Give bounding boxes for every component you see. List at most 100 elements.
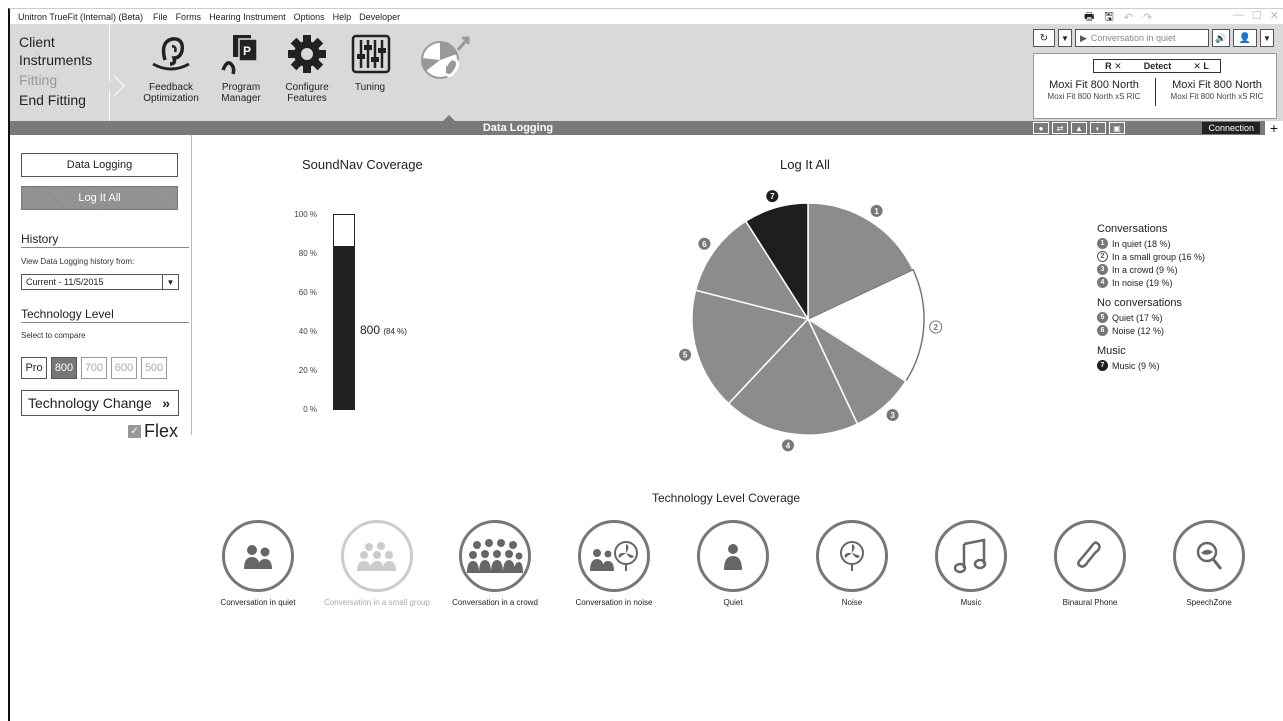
soundnav-fill [334, 246, 354, 409]
workflow-steps: Client Instruments Fitting End Fitting [10, 25, 110, 121]
tool-feedback-optimization[interactable]: Feedback Optimization [138, 25, 204, 121]
detect-button[interactable]: Detect [1144, 61, 1172, 71]
checkbox-icon[interactable]: ✓ [128, 425, 141, 438]
menu-help[interactable]: Help [329, 12, 356, 22]
svg-text:5: 5 [683, 351, 688, 360]
coverage-label: Conversation in quiet [220, 598, 296, 607]
tech-level-buttons: Pro 800 700 600 500 [21, 357, 167, 379]
tech-level-700[interactable]: 700 [81, 357, 107, 379]
legend-label: In a crowd (9 %) [1112, 264, 1178, 275]
data-logging-button[interactable]: Data Logging [21, 153, 178, 177]
legend-spacer [1097, 289, 1205, 297]
pie-marker-4: 4 [782, 439, 794, 452]
user-icon[interactable]: 👤 [1233, 29, 1257, 47]
step-fitting[interactable]: Fitting [19, 72, 57, 88]
soundnav-tick-20: 20 % [298, 366, 317, 375]
legend-marker-4: 4 [1097, 277, 1108, 288]
tech-level-800[interactable]: 800 [51, 357, 77, 379]
svg-text:P: P [243, 44, 251, 58]
legend-item: 2 In a small group (16 %) [1097, 250, 1205, 263]
step-client[interactable]: Client [19, 34, 55, 50]
soundnav-tick-60: 60 % [298, 288, 317, 297]
redo-icon[interactable]: ↷ [1143, 11, 1152, 24]
soundnav-tick-80: 80 % [298, 249, 317, 258]
device-info-box: R ✕ Detect ✕ L Moxi Fit 800 North Moxi F… [1033, 53, 1277, 119]
chat-icon[interactable]: ▣ [1109, 122, 1125, 134]
menu-developer[interactable]: Developer [355, 12, 404, 22]
minimize-icon[interactable]: — [1233, 9, 1244, 25]
menu-options[interactable]: Options [290, 12, 329, 22]
connection-label[interactable]: Connection [1202, 122, 1260, 134]
right-device: Moxi Fit 800 North Moxi Fit 800 North xS… [1034, 79, 1154, 103]
legend-label: In quiet (18 %) [1112, 238, 1171, 249]
ear-icon [152, 37, 190, 71]
save-icon[interactable]: 🖫 [1104, 9, 1113, 27]
coverage-noise: Noise [797, 520, 907, 607]
pie-marker-1: 1 [870, 204, 883, 217]
pie-marker-3: 3 [886, 409, 899, 421]
history-dropdown[interactable]: Current - 11/5/2015 ▼ [21, 274, 179, 290]
coverage-speechzone: SpeechZone [1154, 520, 1264, 607]
legend-conversations-heading: Conversations [1097, 223, 1168, 235]
speaker-icon[interactable]: 🔊 [1212, 29, 1230, 47]
client-icon[interactable]: ● [1033, 122, 1049, 134]
coverage-binaural-phone: Binaural Phone [1035, 520, 1145, 607]
warning-icon[interactable]: ▲ [1071, 122, 1087, 134]
tool-configure-features[interactable]: Configure Features [280, 25, 334, 121]
maximize-icon[interactable]: ☐ [1252, 9, 1262, 25]
technology-change-button[interactable]: Technology Change » [21, 390, 179, 416]
coverage-label: Music [960, 598, 982, 607]
menu-forms[interactable]: Forms [172, 12, 206, 22]
log-it-all-button[interactable]: Log It All [21, 186, 178, 210]
section-title: Data Logging [10, 121, 1026, 135]
legend-label: In noise (19 %) [1112, 277, 1173, 288]
legend-no-conversations-heading: No conversations [1097, 297, 1182, 309]
conversation-noise-icon [578, 520, 650, 592]
tool-program-manager[interactable]: P Program Manager [214, 25, 268, 121]
menu-file[interactable]: File [149, 12, 172, 22]
right-side-label[interactable]: R ✕ [1105, 61, 1122, 72]
refresh-dropdown-icon[interactable]: ▼ [1058, 29, 1072, 47]
legend-spacer [1097, 337, 1205, 345]
step-instruments[interactable]: Instruments [19, 52, 92, 68]
compass-icon[interactable]: ◐ [1090, 122, 1106, 134]
tool-feedback-label: Feedback Optimization [143, 82, 199, 104]
coverage-conversation-small-group: Conversation in a small group [322, 520, 432, 607]
legend-marker-3: 3 [1097, 264, 1108, 275]
left-model: Moxi Fit 800 North [1172, 79, 1262, 91]
program-selector[interactable]: ▶ Conversation in quiet [1075, 29, 1209, 47]
tech-level-heading: Technology Level [21, 307, 189, 323]
tech-level-500[interactable]: 500 [141, 357, 167, 379]
tech-level-pro[interactable]: Pro [21, 357, 47, 379]
tool-data-logging[interactable] [414, 25, 474, 121]
pie-legend: Conversations 1 In quiet (18 %) 2 In a sma… [1097, 223, 1205, 372]
tool-tuning[interactable]: Tuning [346, 25, 394, 121]
flex-option[interactable]: ✓ Flex [128, 421, 178, 442]
print-icon[interactable]: 🖶 [1084, 9, 1094, 27]
crowd-icon [459, 520, 531, 592]
left-side-label[interactable]: ✕ L [1193, 61, 1209, 72]
svg-text:3: 3 [890, 411, 895, 420]
device-divider [1155, 78, 1156, 106]
menu-hearing-instrument[interactable]: Hearing Instrument [205, 12, 290, 22]
tech-level-600[interactable]: 600 [111, 357, 137, 379]
app-window: Unitron TrueFit (Internal) (Beta) File F… [8, 8, 1283, 721]
device-panel: ↻ ▼ ▶ Conversation in quiet 🔊 👤 ▼ R ✕ De… [1026, 25, 1283, 135]
app-title: Unitron TrueFit (Internal) (Beta) [18, 11, 144, 22]
svg-text:1: 1 [874, 207, 879, 216]
legend-label: Music (9 %) [1112, 360, 1160, 371]
swap-icon[interactable]: ⇄ [1052, 122, 1068, 134]
step-end-fitting[interactable]: End Fitting [19, 92, 86, 108]
legend-marker-5: 5 [1097, 312, 1108, 323]
close-icon[interactable]: ✕ [1270, 9, 1279, 25]
coverage-label: Conversation in a small group [324, 598, 430, 607]
legend-marker-7: 7 [1097, 360, 1108, 371]
soundnav-title: SoundNav Coverage [302, 157, 423, 172]
left-device: Moxi Fit 800 North Moxi Fit 800 North xS… [1157, 79, 1277, 103]
legend-item: 3 In a crowd (9 %) [1097, 263, 1205, 276]
undo-icon[interactable]: ↶ [1124, 11, 1133, 24]
user-dropdown-icon[interactable]: ▼ [1260, 29, 1274, 47]
plus-icon[interactable]: + [1265, 121, 1283, 135]
refresh-icon[interactable]: ↻ [1033, 29, 1055, 47]
play-icon: ▶ [1080, 32, 1087, 43]
